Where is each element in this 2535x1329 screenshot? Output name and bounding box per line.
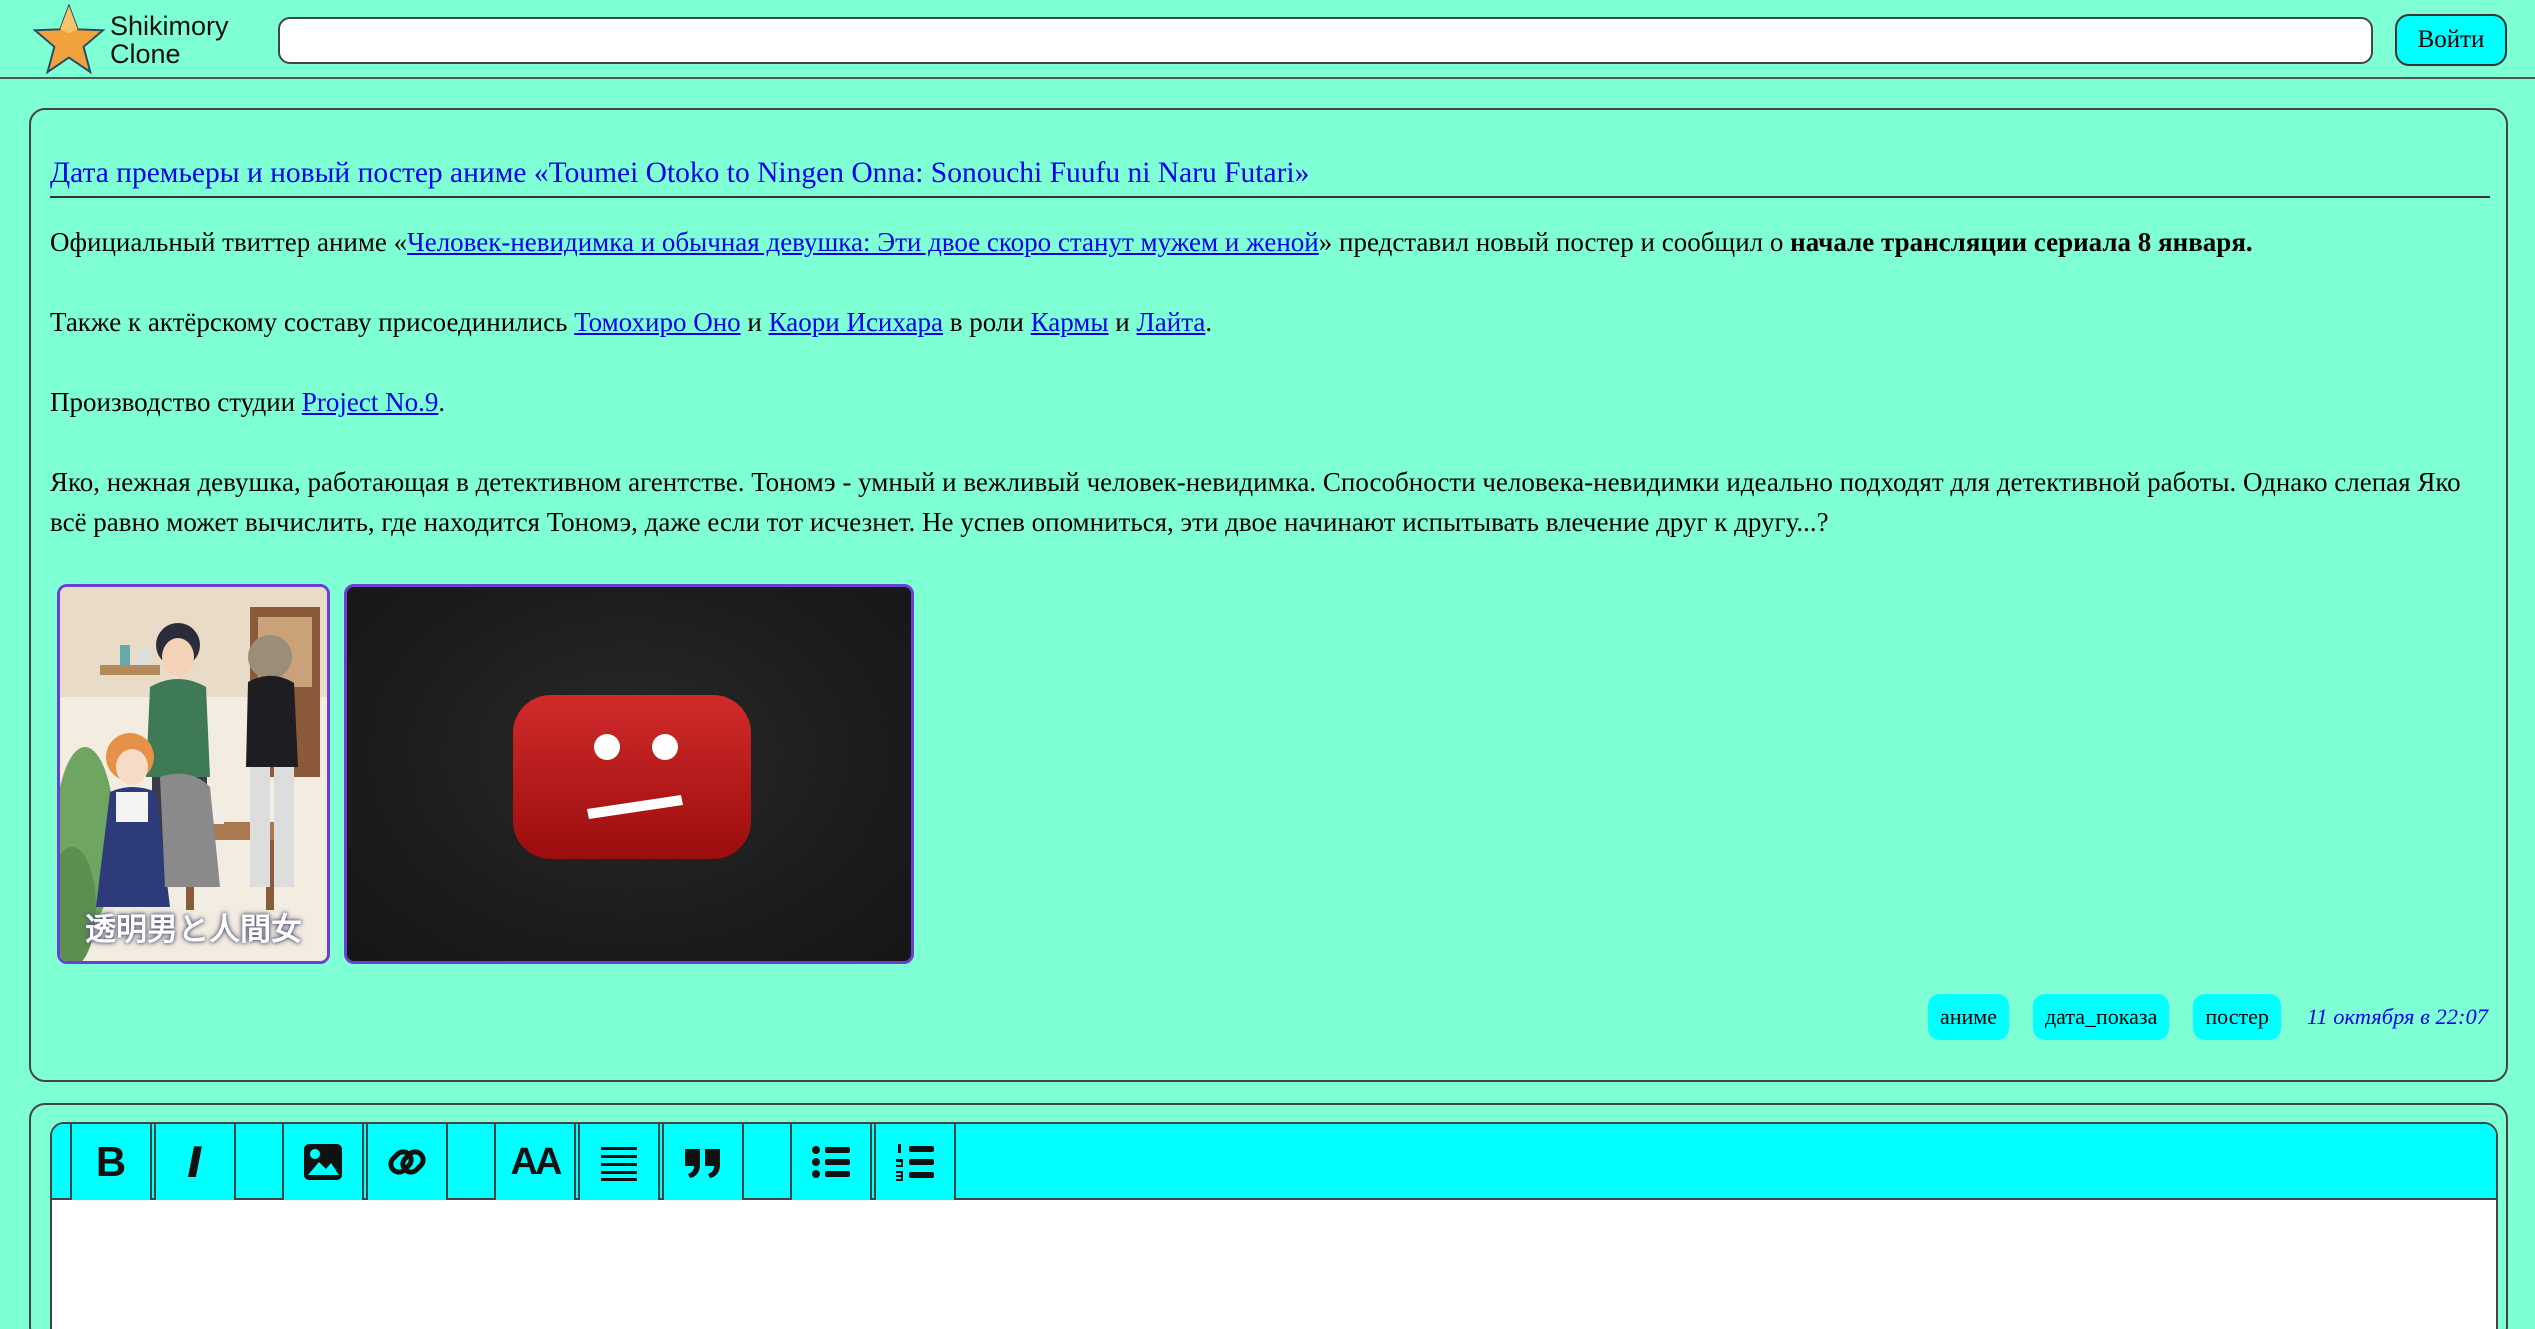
link-icon	[388, 1149, 426, 1175]
p1-middle: » представил новый постер и сообщил о	[1318, 227, 1791, 257]
news-article: Дата премьеры и новый постер аниме «Toum…	[29, 108, 2508, 1082]
tag-poster[interactable]: постер	[2193, 994, 2281, 1040]
image-button[interactable]	[282, 1124, 364, 1200]
sad-youtube-icon	[513, 695, 751, 859]
anime-link[interactable]: Человек-невидимка и обычная девушка: Эти…	[407, 227, 1319, 257]
image-icon	[304, 1144, 342, 1180]
quote-button[interactable]	[662, 1124, 744, 1200]
p2-roles: в роли	[943, 307, 1031, 337]
synopsis-paragraph: Яко, нежная девушка, работающая в детект…	[50, 467, 2461, 537]
editor-toolbar: B I AA	[52, 1124, 2496, 1200]
video-unavailable-thumbnail[interactable]	[344, 584, 914, 964]
italic-button[interactable]: I	[154, 1124, 236, 1200]
bold-icon: B	[95, 1138, 127, 1185]
font-size-icon: AA	[510, 1140, 563, 1183]
search-input[interactable]	[278, 17, 2373, 64]
article-title[interactable]: Дата премьеры и новый постер аниме «Toum…	[50, 154, 2490, 198]
font-size-button[interactable]: AA	[494, 1124, 576, 1200]
paragraph-2: Также к актёрскому составу присоединилис…	[50, 302, 2500, 342]
p2-and-2: и	[1108, 307, 1137, 337]
logo-line1: Shikimory	[110, 11, 229, 41]
p2-prefix: Также к актёрскому составу присоединилис…	[50, 307, 575, 337]
numbered-list-icon	[896, 1144, 934, 1181]
header: Shikimory Clone Войти	[0, 0, 2535, 79]
logo-text: Shikimory Clone	[110, 12, 229, 68]
tag-anime[interactable]: аниме	[1927, 994, 2009, 1040]
character-link-light[interactable]: Лайта	[1137, 307, 1206, 337]
character-link-karma[interactable]: Кармы	[1031, 307, 1109, 337]
actor-link-ono[interactable]: Томохиро Оно	[574, 307, 741, 337]
logo-line2: Clone	[110, 39, 181, 69]
comment-editor-card: B I AA	[29, 1103, 2508, 1329]
bullet-list-button[interactable]	[790, 1124, 872, 1200]
poster-image[interactable]: 透明男と人間女	[57, 584, 330, 964]
studio-link[interactable]: Project No.9	[302, 387, 438, 417]
p3-prefix: Производство студии	[50, 387, 302, 417]
poster-caption: 透明男と人間女	[85, 912, 302, 948]
tags-row: аниме дата_показа постер 11 октября в 22…	[1904, 994, 2488, 1040]
paragraph-1: Официальный твиттер аниме «Человек-невид…	[50, 222, 2500, 262]
article-body: Официальный твиттер аниме «Человек-невид…	[50, 222, 2500, 542]
actor-link-ishihara[interactable]: Каори Исихара	[769, 307, 943, 337]
align-button[interactable]	[578, 1124, 660, 1200]
p2-end: .	[1205, 307, 1213, 337]
premiere-text: начале трансляции сериала 8 января.	[1790, 227, 2253, 257]
p2-and-1: и	[740, 307, 769, 337]
tag-air-date[interactable]: дата_показа	[2032, 994, 2170, 1040]
p1-prefix: Официальный твиттер аниме «	[50, 227, 408, 257]
align-icon	[601, 1147, 637, 1181]
quote-icon	[685, 1149, 720, 1178]
numbered-list-button[interactable]	[874, 1124, 956, 1200]
bullet-list-icon	[812, 1146, 850, 1178]
link-button[interactable]	[366, 1124, 448, 1200]
login-button[interactable]: Войти	[2395, 14, 2507, 66]
paragraph-3: Производство студии Project No.9.	[50, 382, 2500, 422]
star-logo-icon	[32, 4, 106, 75]
post-date: 11 октября в 22:07	[2306, 1004, 2488, 1029]
p3-end: .	[438, 387, 446, 417]
logo[interactable]: Shikimory Clone	[28, 4, 229, 76]
comment-editor[interactable]: B I AA	[50, 1122, 2498, 1329]
bold-button[interactable]: B	[70, 1124, 152, 1200]
italic-icon: I	[187, 1137, 203, 1187]
